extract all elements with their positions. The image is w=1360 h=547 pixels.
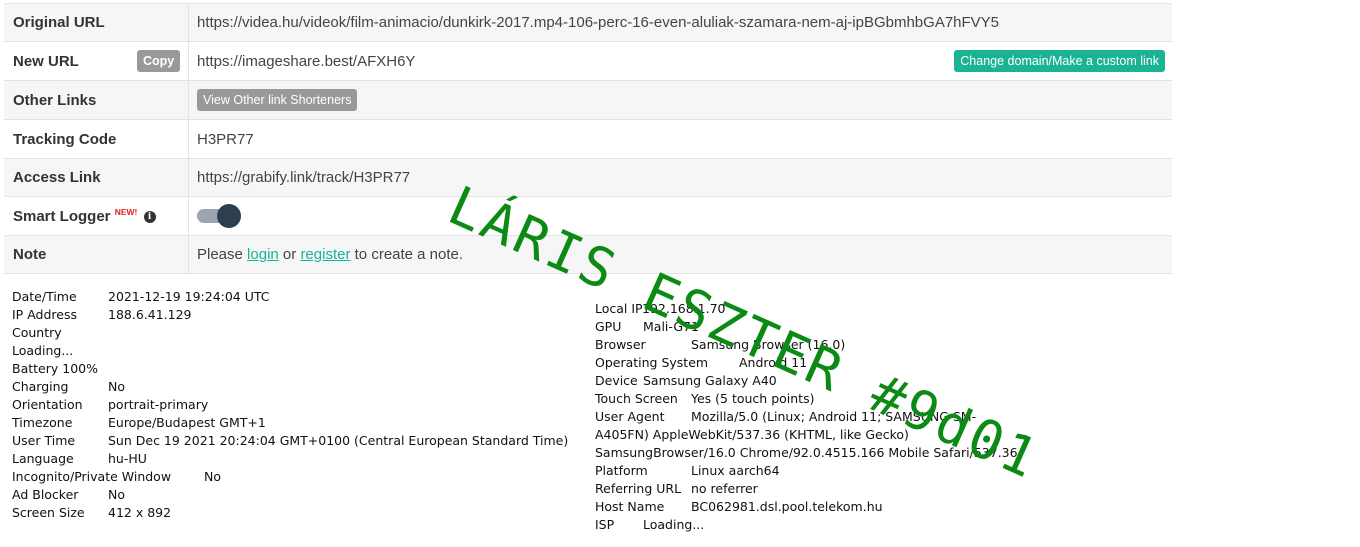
info-key: Date/Time <box>12 289 77 304</box>
tracking-code-value: H3PR77 <box>188 119 1172 159</box>
info-key: IP Address <box>12 307 77 322</box>
new-url-value[interactable]: https://imageshare.best/AFXH6Y <box>197 53 415 70</box>
info-row: Battery 100% <box>12 360 568 378</box>
info-key: Operating System <box>595 355 709 370</box>
info-key: User Agent <box>595 409 665 424</box>
copy-button[interactable]: Copy <box>137 50 181 72</box>
other-links-label: Other Links <box>4 80 189 120</box>
info-key: Country <box>12 325 62 340</box>
info-key: Browser <box>595 337 646 352</box>
info-row: Date/Time 2021-12-19 19:24:04 UTC <box>12 288 568 306</box>
info-row: User Time Sun Dec 19 2021 20:24:04 GMT+01… <box>12 432 568 450</box>
note-label: Note <box>4 235 189 274</box>
info-key: GPU <box>595 319 622 334</box>
info-key: ISP <box>595 517 615 532</box>
row-new-url: New URL Copy https://imageshare.best/AFX… <box>4 41 1172 81</box>
note-prefix: Please <box>197 246 243 263</box>
note-suffix: to create a note. <box>354 246 464 263</box>
register-link[interactable]: register <box>300 246 350 263</box>
info-value: No <box>204 469 221 484</box>
info-key: Ad Blocker <box>12 487 79 502</box>
change-domain-button[interactable]: Change domain/Make a custom link <box>954 50 1165 72</box>
info-value: Sun Dec 19 2021 20:24:04 GMT+0100 (Centr… <box>108 433 569 448</box>
info-key: Language <box>12 451 74 466</box>
info-row: Loading... <box>12 342 568 360</box>
info-value: No <box>108 487 125 502</box>
info-key: User Time <box>12 433 76 448</box>
row-tracking-code: Tracking Code H3PR77 <box>4 119 1172 159</box>
info-row: Orientation portrait-primary <box>12 396 568 414</box>
smart-logger-toggle[interactable] <box>197 204 241 228</box>
info-row: ISP Loading... <box>595 516 1018 534</box>
new-badge: NEW! <box>114 207 138 217</box>
info-key: Battery 100% <box>12 361 98 376</box>
toggle-knob <box>217 204 241 228</box>
original-url-label: Original URL <box>4 3 189 42</box>
info-key: Device <box>595 373 638 388</box>
view-other-shorteners-button[interactable]: View Other link Shorteners <box>197 89 358 111</box>
tracking-code-label: Tracking Code <box>4 119 189 159</box>
original-url-value[interactable]: https://videa.hu/videok/film-animacio/du… <box>188 3 1172 42</box>
access-link-label: Access Link <box>4 158 189 197</box>
info-value: Linux aarch64 <box>691 463 780 478</box>
smart-logger-label: Smart Logger <box>13 208 111 225</box>
info-row: Incognito/Private Window No <box>12 468 568 486</box>
access-link-value[interactable]: https://grabify.link/track/H3PR77 <box>188 158 1172 197</box>
info-row: IP Address 188.6.41.129 <box>12 306 568 324</box>
info-row: Referring URL no referrer <box>595 480 1018 498</box>
info-row: Ad Blocker No <box>12 486 568 504</box>
info-key: Touch Screen <box>595 391 678 406</box>
info-key: Charging <box>12 379 69 394</box>
info-row: Charging No <box>12 378 568 396</box>
info-key: Incognito/Private Window <box>12 469 172 484</box>
info-circle-icon[interactable]: i <box>143 211 156 224</box>
info-key: Screen Size <box>12 505 85 520</box>
info-key: Loading... <box>12 343 74 358</box>
info-value: BC062981.dsl.pool.telekom.hu <box>691 499 883 514</box>
info-row: Timezone Europe/Budapest GMT+1 <box>12 414 568 432</box>
info-value: Yes (5 touch points) <box>691 391 815 406</box>
new-url-label: New URL <box>13 52 79 70</box>
info-value: Samsung Galaxy A40 <box>643 373 777 388</box>
info-value: Europe/Budapest GMT+1 <box>108 415 266 430</box>
info-value: portrait-primary <box>108 397 209 412</box>
info-row: Host Name BC062981.dsl.pool.telekom.hu <box>595 498 1018 516</box>
info-value: hu-HU <box>108 451 147 466</box>
row-access-link: Access Link https://grabify.link/track/H… <box>4 158 1172 197</box>
row-other-links: Other Links View Other link Shorteners <box>4 80 1172 120</box>
info-key: Orientation <box>12 397 83 412</box>
note-or: or <box>282 246 297 263</box>
info-row: Screen Size 412 x 892 <box>12 504 568 522</box>
info-key: A405FN) AppleWebKit/537.36 (KHTML, like … <box>595 427 909 442</box>
info-value: No <box>108 379 125 394</box>
info-value: no referrer <box>691 481 758 496</box>
visitor-info-left: Date/Time 2021-12-19 19:24:04 UTC IP Addre… <box>12 288 568 522</box>
info-row: Platform Linux aarch64 <box>595 462 1018 480</box>
info-row: Country <box>12 324 568 342</box>
info-key: Referring URL <box>595 481 682 496</box>
info-row: Language hu-HU <box>12 450 568 468</box>
row-original-url: Original URL https://videa.hu/videok/fil… <box>4 3 1172 42</box>
info-key: Platform <box>595 463 648 478</box>
info-value: 412 x 892 <box>108 505 172 520</box>
info-key: Timezone <box>12 415 73 430</box>
info-value: 2021-12-19 19:24:04 UTC <box>108 289 270 304</box>
info-value: Loading... <box>643 517 705 532</box>
info-key: Host Name <box>595 499 665 514</box>
info-value: 188.6.41.129 <box>108 307 192 322</box>
login-link[interactable]: login <box>247 246 279 263</box>
